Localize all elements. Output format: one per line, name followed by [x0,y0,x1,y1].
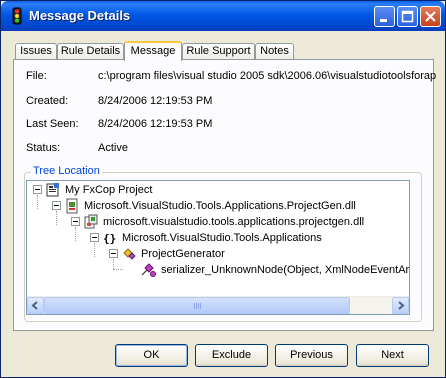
tab-rule-details[interactable]: Rule Details [57,43,124,60]
last-seen-value: 8/24/2006 12:19:53 PM [98,118,213,130]
target-icon [66,198,78,214]
tree-location-view[interactable]: My FxCop Project Microsoft.VisualStudio.… [26,180,410,315]
created-value: 8/24/2006 12:19:53 PM [98,95,213,107]
scroll-left-button[interactable] [27,297,44,314]
grip-line [198,303,199,309]
method-icon [141,263,156,277]
tab-message-label: Message [130,45,176,57]
tab-notes[interactable]: Notes [255,43,294,60]
tree-node-class[interactable]: ProjectGenerator [109,247,409,261]
grip-line [200,303,201,309]
grip-line [196,303,197,309]
chevron-left-icon [31,301,38,310]
tree-node-module[interactable]: microsoft.visualstudio.tools.application… [71,214,409,229]
file-value: c:\program files\visual studio 2005 sdk\… [98,70,437,82]
scroll-right-button[interactable] [392,297,409,314]
tree-connector [113,269,123,270]
tab-rule-details-label: Rule Details [60,45,121,57]
title-bar[interactable]: Message Details [1,1,445,31]
tab-rule-support[interactable]: Rule Support [182,43,255,60]
tab-issues[interactable]: Issues [15,43,57,60]
message-tab-panel: File: c:\program files\visual studio 200… [13,59,437,331]
traffic-light-icon [12,7,22,25]
tree-node-label: serializer_UnknownNode(Object, XmlNodeEv… [161,264,410,276]
collapse-icon[interactable] [71,217,80,226]
namespace-icon: {} [103,232,116,245]
project-icon [46,183,59,197]
tab-rule-support-label: Rule Support [186,45,251,57]
collapse-icon[interactable] [90,233,99,242]
svg-text:{}: {} [103,232,116,245]
tree-node-label: Microsoft.VisualStudio.Tools.Application… [84,200,356,212]
message-details-window: Message Details Issues Rule Details Mess… [0,0,446,378]
horizontal-scrollbar[interactable] [27,296,409,314]
tree-node-label: ProjectGenerator [141,248,225,260]
module-icon [84,214,98,229]
close-icon [425,11,436,22]
status-label: Status: [26,142,61,154]
tree-node-target[interactable]: Microsoft.VisualStudio.Tools.Application… [52,198,407,214]
close-button[interactable] [420,6,441,27]
tree-node-label: microsoft.visualstudio.tools.application… [103,216,365,228]
tree-connector [56,211,57,225]
exclude-button[interactable]: Exclude [195,344,268,367]
tree-node-label: Microsoft.VisualStudio.Tools.Application… [122,232,322,244]
tree-node-label: My FxCop Project [65,184,153,196]
next-button[interactable]: Next [356,344,429,367]
collapse-icon[interactable] [109,249,118,258]
tab-notes-label: Notes [260,45,289,57]
ok-button[interactable]: OK [115,344,188,367]
collapse-icon[interactable] [33,185,42,194]
tree-connector [75,227,76,241]
created-label: Created: [26,95,69,107]
tree-node-namespace[interactable]: {} Microsoft.VisualStudio.Tools.Applicat… [90,231,409,245]
grip-line [194,303,195,309]
tab-issues-label: Issues [20,45,52,57]
maximize-icon [401,10,414,23]
tree-connector [37,195,38,209]
tree-node-project[interactable]: My FxCop Project [33,183,333,197]
tree-node-method[interactable]: serializer_UnknownNode(Object, XmlNodeEv… [128,263,410,277]
previous-button[interactable]: Previous [275,344,348,367]
class-icon [123,248,136,260]
tab-message[interactable]: Message [124,41,182,61]
maximize-button[interactable] [397,6,418,27]
collapse-icon[interactable] [52,201,61,210]
minimize-icon [380,19,387,22]
file-label: File: [26,70,47,82]
tree-connector [94,243,95,257]
scroll-thumb[interactable] [44,297,350,314]
last-seen-label: Last Seen: [26,118,79,130]
chevron-right-icon [398,301,405,310]
tree-location-caption: Tree Location [31,165,102,177]
status-value: Active [98,142,128,154]
minimize-button[interactable] [374,6,395,27]
window-title: Message Details [29,8,131,23]
